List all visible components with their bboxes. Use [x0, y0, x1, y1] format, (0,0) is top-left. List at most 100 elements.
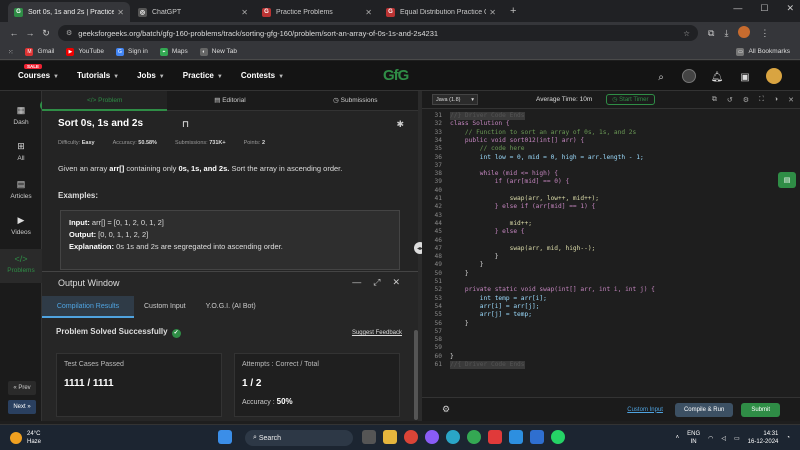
theme-toggle-icon[interactable]	[682, 69, 696, 86]
extensions-icon[interactable]: ⧉	[708, 28, 714, 39]
code-editor[interactable]: 31 //} Driver Code Ends 32 class Solution {…	[422, 109, 800, 397]
code-line[interactable]: 55 arr[j] = temp;	[422, 311, 800, 319]
browser-tab-0[interactable]: G Sort 0s, 1s and 2s | Practice | Ge ✕	[8, 2, 130, 22]
code-line[interactable]: 43	[422, 212, 800, 220]
taskbar-search[interactable]: ⌕ Search	[245, 430, 353, 446]
browser-tab-3[interactable]: G Equal Distribution Practice Code ✕	[380, 2, 502, 22]
start-timer-button[interactable]: ◷ Start Timer	[606, 94, 655, 105]
code-line[interactable]: 60}	[422, 353, 800, 361]
code-line[interactable]: 57	[422, 328, 800, 336]
code-line[interactable]: 39 if (arr[mid] == 0) {	[422, 178, 800, 186]
code-line[interactable]: 38 while (mid <= high) {	[422, 170, 800, 178]
code-line[interactable]: 51	[422, 278, 800, 286]
theme-icon[interactable]: ◑	[774, 96, 778, 104]
code-line[interactable]: 56 }	[422, 320, 800, 328]
gfg-logo[interactable]: GfG	[383, 67, 409, 84]
minimize-icon[interactable]: —	[733, 3, 742, 14]
vscode-icon[interactable]	[509, 430, 523, 444]
tab-compilation-results[interactable]: Compilation Results	[42, 296, 134, 318]
notification-icon[interactable]: ◔	[786, 435, 790, 441]
reset-icon[interactable]: ↺	[727, 96, 733, 104]
back-icon[interactable]: ←	[6, 28, 22, 38]
report-bug-icon[interactable]: ✱	[396, 119, 404, 130]
maximize-icon[interactable]: ☐	[760, 3, 768, 14]
bookmark-signin[interactable]: G Sign in	[115, 47, 148, 56]
sidebar-item-articles[interactable]: ▤ Articles	[0, 179, 42, 200]
tray-chevron-icon[interactable]: ˄	[676, 435, 680, 441]
close-tab-icon[interactable]: ✕	[489, 8, 496, 17]
chrome-icon[interactable]	[404, 430, 418, 444]
code-line[interactable]: 33 // Function to sort an array of 0s, 1…	[422, 129, 800, 137]
tab-submissions[interactable]: ◷ Submissions	[293, 91, 418, 111]
close-tab-icon[interactable]: ✕	[117, 8, 124, 17]
bookmark-gmail[interactable]: M Gmail	[25, 47, 54, 56]
settings-icon[interactable]: ⚙	[743, 96, 749, 104]
sidebar-item-all[interactable]: ⊞ All	[0, 141, 42, 162]
sidebar-item-problems[interactable]: </> Problems	[0, 249, 42, 283]
browser-tab-1[interactable]: ◎ ChatGPT ✕	[132, 2, 254, 22]
code-line[interactable]: 59	[422, 344, 800, 352]
code-line[interactable]: 47 swap(arr, mid, high--);	[422, 245, 800, 253]
suggest-feedback-link[interactable]: Suggest Feedback	[352, 330, 402, 336]
sidebar-item-dash[interactable]: ▦ Dash	[0, 105, 42, 126]
tab-problem[interactable]: </> Problem	[42, 90, 168, 111]
compile-run-button[interactable]: Compile & Run	[674, 402, 734, 417]
code-line[interactable]: 54 arr[i] = arr[j];	[422, 303, 800, 311]
sidebar-item-videos[interactable]: ▶ Videos	[0, 215, 42, 236]
code-line[interactable]: 31 //} Driver Code Ends	[422, 112, 800, 121]
copilot-icon[interactable]	[425, 430, 439, 444]
fullscreen-icon[interactable]: ⛶	[759, 96, 764, 104]
wifi-icon[interactable]: ◠	[708, 435, 713, 442]
code-line[interactable]: 34 public void sort012(int[] arr) {	[422, 137, 800, 145]
edge-icon[interactable]	[446, 430, 460, 444]
code-line[interactable]: 52 private static void swap(int[] arr, i…	[422, 286, 800, 294]
code-line[interactable]: 35 // code here	[422, 145, 800, 153]
code-line[interactable]: 37	[422, 162, 800, 170]
browser-menu-icon[interactable]: ⋮	[760, 28, 769, 39]
volume-icon[interactable]: ◁	[721, 435, 726, 442]
code-line[interactable]: 61 //{ Driver Code Ends	[422, 361, 800, 370]
app-icon[interactable]	[488, 430, 502, 444]
reload-icon[interactable]: ↻	[38, 28, 54, 39]
nav-contests[interactable]: Contests ▼	[241, 71, 284, 80]
expand-icon[interactable]: ⤢	[373, 277, 380, 288]
language-indicator[interactable]: ENG IN	[687, 430, 700, 446]
tab-custom-input[interactable]: Custom Input	[134, 296, 196, 318]
address-bar[interactable]: ⚙ geeksforgeeks.org/batch/gfg-160-proble…	[58, 25, 698, 41]
tab-yogi-ai-bot[interactable]: Y.O.G.I. (AI Bot)	[196, 296, 266, 318]
windows-start-icon[interactable]	[218, 430, 232, 444]
code-line[interactable]: 49 }	[422, 261, 800, 269]
code-line[interactable]: 44 mid++;	[422, 220, 800, 228]
battery-icon[interactable]: ▭	[734, 435, 740, 442]
code-line[interactable]: 36 int low = 0, mid = 0, high = arr.leng…	[422, 154, 800, 162]
close-window-icon[interactable]: ✕	[786, 3, 794, 14]
id-card-icon[interactable]: ▣	[738, 72, 752, 83]
downloads-icon[interactable]: ⤓	[724, 28, 728, 39]
code-line[interactable]: 32 class Solution {	[422, 120, 800, 128]
store-icon[interactable]	[530, 430, 544, 444]
task-view-icon[interactable]	[362, 430, 376, 444]
search-icon[interactable]: ⌕	[654, 72, 668, 83]
notification-bell-icon[interactable]: 🔔︎	[710, 72, 724, 83]
user-avatar[interactable]	[766, 68, 782, 87]
close-tab-icon[interactable]: ✕	[365, 8, 372, 17]
chrome-alt-icon[interactable]	[467, 430, 481, 444]
close-icon[interactable]: ✕	[788, 96, 794, 104]
bookmark-icon[interactable]: ⊓	[182, 119, 189, 130]
language-select[interactable]: Java (1.8) ▾	[432, 94, 478, 105]
nav-courses[interactable]: SALE Courses ▼	[18, 64, 59, 80]
custom-input-link[interactable]: Custom Input	[627, 407, 663, 413]
next-button[interactable]: Next »	[8, 400, 36, 414]
tab-editorial[interactable]: ▤ Editorial	[167, 91, 292, 111]
whatsapp-icon[interactable]	[551, 430, 565, 444]
nav-practice[interactable]: Practice ▼	[183, 71, 223, 80]
site-info-icon[interactable]: ⚙	[66, 29, 72, 37]
code-line[interactable]: 50 }	[422, 270, 800, 278]
close-icon[interactable]: ✕	[392, 277, 400, 288]
code-line[interactable]: 58	[422, 336, 800, 344]
submit-button[interactable]: Submit	[741, 402, 780, 417]
bookmark-youtube[interactable]: ▶ YouTube	[66, 47, 104, 56]
code-line[interactable]: 40	[422, 187, 800, 195]
gear-icon[interactable]: ⚙	[442, 404, 450, 415]
code-line[interactable]: 42 } else if (arr[mid] == 1) {	[422, 203, 800, 211]
